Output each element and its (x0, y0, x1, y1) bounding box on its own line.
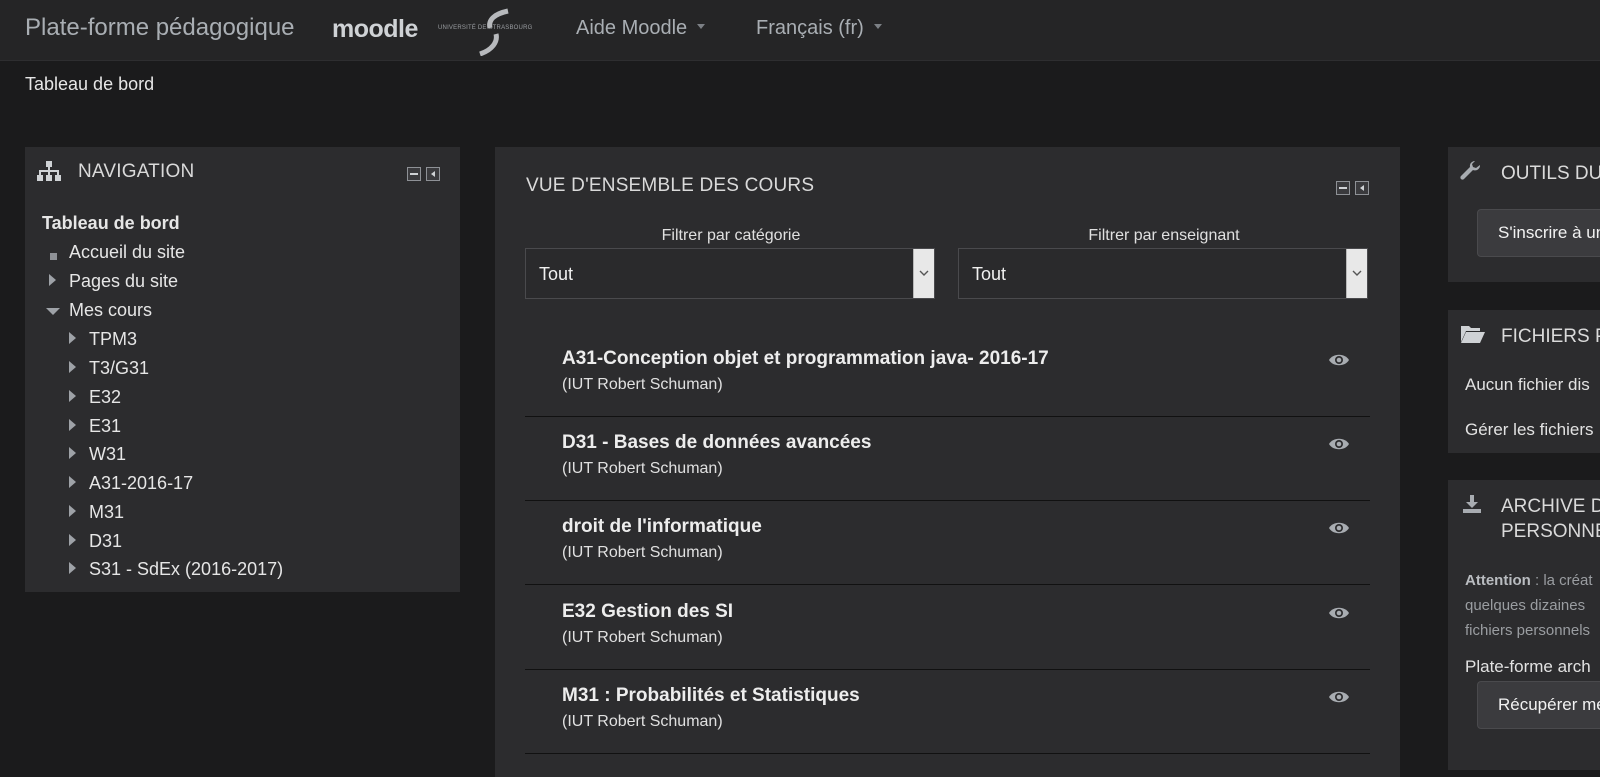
admin-tools-block: OUTILS DU S'inscrire à un (1448, 147, 1600, 282)
course-title-link[interactable]: droit de l'informatique (562, 516, 762, 538)
dock-block-icon[interactable] (426, 167, 440, 181)
course-title-link[interactable]: A31-Conception objet et programmation ja… (562, 348, 1049, 370)
expand-icon[interactable] (69, 447, 76, 459)
expand-icon[interactable] (69, 361, 76, 373)
folder-open-icon (1461, 326, 1485, 343)
archive-block: ARCHIVE DE PERSONNE Attention : la créat… (1448, 480, 1600, 770)
manage-files-link[interactable]: Gérer les fichiers (1465, 420, 1593, 440)
help-menu-label: Aide Moodle (576, 17, 688, 39)
nav-course[interactable]: E32 (89, 387, 121, 408)
nav-my-courses[interactable]: Mes cours (69, 300, 152, 321)
nav-course[interactable]: T3/G31 (89, 358, 149, 379)
course-list-item[interactable]: D31 - Bases de données avancées (IUT Rob… (525, 416, 1370, 501)
course-list-item[interactable]: droit de l'informatique (IUT Robert Schu… (525, 500, 1370, 585)
eye-icon[interactable] (1328, 689, 1350, 705)
navigation-title: NAVIGATION (78, 161, 195, 182)
nav-dashboard[interactable]: Tableau de bord (42, 213, 180, 234)
filter-category-value: Tout (539, 264, 574, 284)
expand-icon[interactable] (69, 476, 76, 488)
chevron-down-icon[interactable] (1346, 249, 1367, 298)
university-logo: UNIVERSITÉ DE STRASBOURG (438, 8, 554, 56)
language-menu[interactable]: Français (fr) (756, 17, 882, 40)
expand-icon[interactable] (69, 562, 76, 574)
help-menu[interactable]: Aide Moodle (576, 17, 706, 40)
course-overview-title: VUE D'ENSEMBLE DES COURS (526, 175, 815, 196)
archive-title-line2: PERSONNE (1501, 521, 1600, 542)
download-icon (1463, 495, 1481, 513)
archive-warning-line2: quelques dizaines (1465, 597, 1586, 614)
sitemap-icon (37, 161, 61, 181)
enrol-button-label: S'inscrire à un (1498, 223, 1600, 242)
course-list-item[interactable]: E32 Gestion des SI (IUT Robert Schuman) (525, 585, 1370, 670)
expand-icon[interactable] (49, 274, 56, 286)
course-category: (IUT Robert Schuman) (562, 713, 723, 730)
nav-site-pages[interactable]: Pages du site (69, 271, 178, 292)
no-files-text: Aucun fichier dis (1465, 375, 1590, 394)
nav-course[interactable]: W31 (89, 444, 126, 465)
enrol-button[interactable]: S'inscrire à un (1477, 209, 1600, 257)
admin-tools-title: OUTILS DU (1501, 163, 1600, 184)
nav-course[interactable]: D31 (89, 531, 122, 552)
moodle-logo[interactable]: moodle (332, 15, 418, 44)
filter-category-select[interactable]: Tout (525, 248, 935, 299)
archive-warning-text: : la créat (1530, 572, 1593, 589)
private-files-block: FICHIERS P Aucun fichier dis Gérer les f… (1448, 310, 1600, 453)
expand-icon[interactable] (69, 390, 76, 402)
course-title-link[interactable]: D31 - Bases de données avancées (562, 432, 871, 454)
filter-teacher-label: Filtrer par enseignant (1088, 227, 1240, 244)
course-title-link[interactable]: E32 Gestion des SI (562, 601, 733, 623)
attention-label: Attention (1465, 572, 1531, 589)
expand-icon[interactable] (69, 332, 76, 344)
archive-warning-line3: fichiers personnels (1465, 622, 1591, 639)
filter-category-label: Filtrer par catégorie (661, 227, 801, 244)
expand-icon[interactable] (69, 534, 76, 546)
eye-icon[interactable] (1328, 352, 1350, 368)
archive-title-line1: ARCHIVE DE (1501, 496, 1600, 517)
eye-icon[interactable] (1328, 520, 1350, 536)
chevron-down-icon[interactable] (913, 249, 934, 298)
retrieve-button-label: Récupérer me (1498, 695, 1600, 714)
chevron-down-icon (697, 24, 706, 30)
nav-course[interactable]: E31 (89, 416, 121, 437)
filter-teacher-select[interactable]: Tout (958, 248, 1368, 299)
dock-block-icon[interactable] (1355, 181, 1369, 195)
private-files-title: FICHIERS P (1501, 326, 1600, 347)
bullet-icon (50, 253, 57, 260)
nav-course[interactable]: A31-2016-17 (89, 473, 193, 494)
nav-course[interactable]: M31 (89, 502, 124, 523)
course-title-link[interactable]: M31 : Probabilités et Statistiques (562, 685, 860, 707)
eye-icon[interactable] (1328, 605, 1350, 621)
site-brand-link[interactable]: Plate-forme pédagogique (25, 14, 295, 42)
expand-icon[interactable] (69, 505, 76, 517)
minimize-block-icon[interactable] (407, 167, 421, 181)
wrench-icon (1460, 161, 1481, 180)
course-category: (IUT Robert Schuman) (562, 544, 723, 561)
language-menu-label: Français (fr) (756, 17, 864, 39)
expand-icon[interactable] (69, 419, 76, 431)
breadcrumb: Tableau de bord (25, 74, 155, 94)
course-category: (IUT Robert Schuman) (562, 629, 723, 646)
nav-course[interactable]: S31 - SdEx (2016-2017) (89, 559, 283, 580)
course-list-item[interactable]: M31 : Probabilités et Statistiques (IUT … (525, 669, 1370, 754)
filter-teacher-value: Tout (972, 264, 1007, 284)
chevron-down-icon (873, 24, 882, 30)
collapse-icon[interactable] (46, 308, 60, 315)
nav-course[interactable]: TPM3 (89, 329, 137, 350)
nav-site-home[interactable]: Accueil du site (69, 242, 185, 263)
eye-icon[interactable] (1328, 436, 1350, 452)
course-list-item[interactable]: A31-Conception objet et programmation ja… (525, 332, 1370, 417)
minimize-block-icon[interactable] (1336, 181, 1350, 195)
top-navbar: Plate-forme pédagogique moodle UNIVERSIT… (0, 0, 1600, 61)
archive-warning-line1: Attention : la créat (1465, 568, 1593, 593)
archive-platform-text: Plate-forme arch (1465, 657, 1591, 676)
retrieve-button[interactable]: Récupérer me (1477, 681, 1600, 729)
course-category: (IUT Robert Schuman) (562, 376, 723, 393)
course-category: (IUT Robert Schuman) (562, 460, 723, 477)
